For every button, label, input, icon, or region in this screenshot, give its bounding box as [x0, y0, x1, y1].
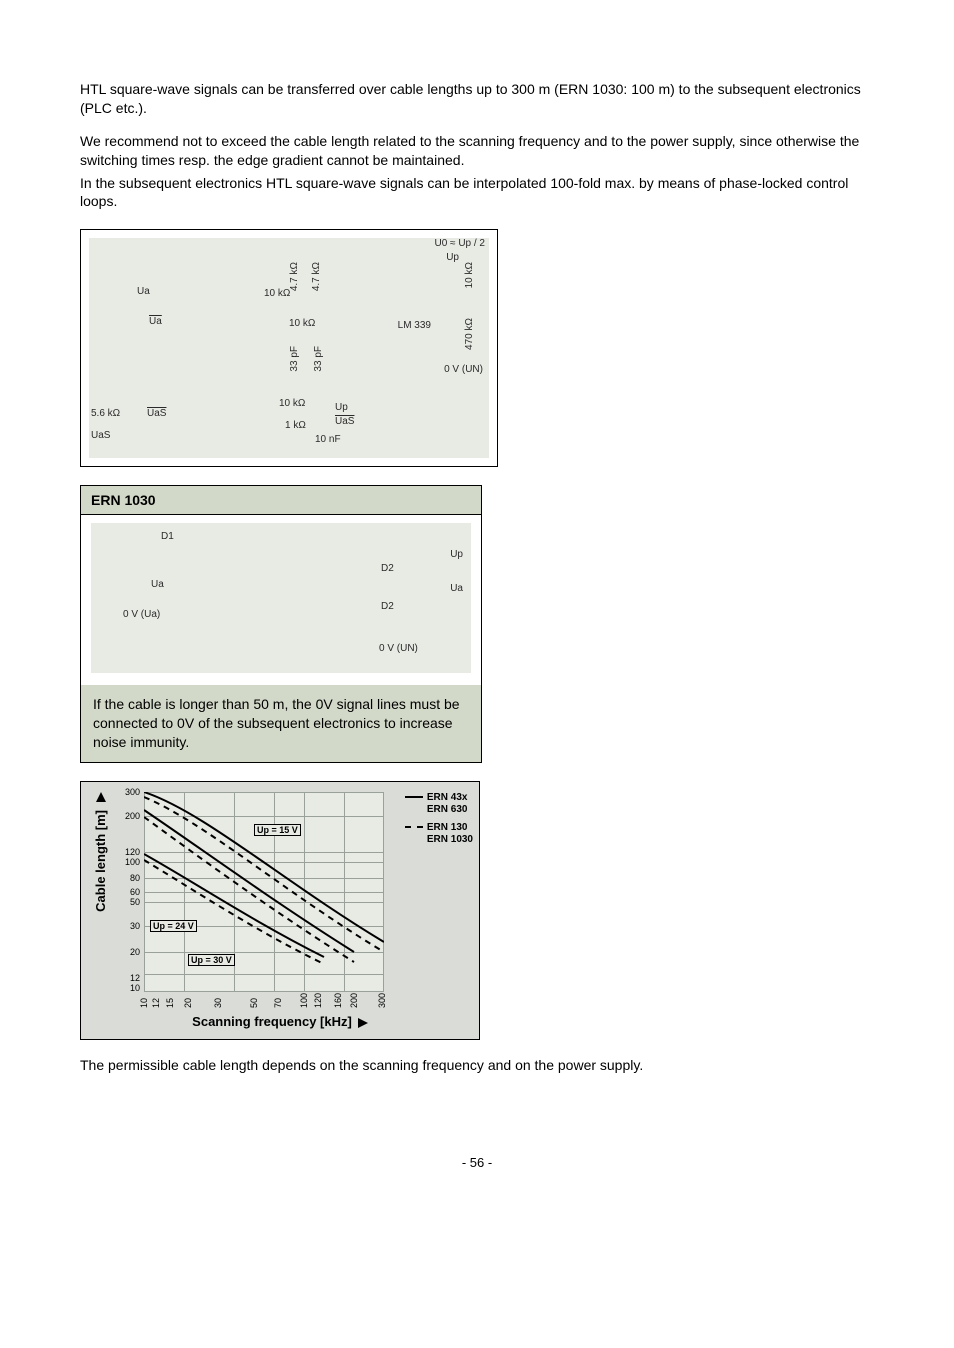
label-10k-mid: 10 kΩ	[289, 318, 315, 329]
closing-paragraph: The permissible cable length depends on …	[80, 1056, 874, 1075]
x-tick: 10	[139, 998, 149, 1008]
legend-solid-1: ERN 43x	[427, 792, 468, 803]
y-tick: 120	[125, 847, 140, 857]
label-47k-2: 4.7 kΩ	[311, 262, 322, 291]
ern1030-schematic: D1 Up D2 Ua Ua D2 0 V (Ua) 0 V (UN)	[91, 523, 471, 673]
label-up: Up	[446, 252, 459, 263]
label-1k: 1 kΩ	[285, 420, 306, 431]
y-tick: 20	[130, 947, 140, 957]
label-d2b: D2	[381, 601, 394, 612]
x-axis-label: Scanning frequency [kHz]	[93, 1014, 467, 1029]
ern1030-title: ERN 1030	[81, 486, 481, 515]
y-tick: 12	[130, 973, 140, 983]
x-tick: 120	[313, 993, 323, 1008]
label-470k: 470 kΩ	[464, 318, 475, 350]
label-uas-l2: UaS	[91, 430, 110, 441]
label-33pf-2: 33 pF	[313, 346, 324, 372]
label-47k-1: 4.7 kΩ	[289, 262, 300, 291]
paragraph-2: We recommend not to exceed the cable len…	[80, 132, 874, 170]
paragraph-1: HTL square-wave signals can be transferr…	[80, 80, 874, 118]
label-0v-un: 0 V (UN)	[444, 364, 483, 375]
label-10k-side: 10 kΩ	[464, 262, 475, 288]
y-tick: 200	[125, 811, 140, 821]
chart-plot-area: Up = 15 V Up = 24 V Up = 30 V 300 200 12…	[144, 792, 384, 992]
y-tick: 10	[130, 983, 140, 993]
chart-curves	[144, 792, 384, 992]
yaxis-arrow-icon	[96, 792, 106, 802]
label-10k-bot: 10 kΩ	[279, 398, 305, 409]
label-10k-top: 10 kΩ	[264, 288, 290, 299]
label-d1: D1	[161, 531, 174, 542]
label-ua-left-ern: Ua	[151, 579, 164, 590]
y-tick: 50	[130, 897, 140, 907]
label-up-ern: Up	[450, 549, 463, 560]
x-tick: 20	[183, 998, 193, 1008]
legend-dashed-icon	[405, 826, 423, 828]
label-uas-b: UaS	[335, 416, 354, 427]
x-tick: 30	[213, 998, 223, 1008]
label-uas-l: UaS	[147, 408, 166, 419]
y-axis-label: Cable length [m]	[93, 806, 108, 916]
label-lm339: LM 339	[398, 320, 431, 331]
page-number: - 56 -	[80, 1155, 874, 1170]
label-ua-ern: Ua	[450, 583, 463, 594]
chart-legend: ERN 43x ERN 630 ERN 130 ERN 1030	[405, 792, 473, 846]
paragraph-3: In the subsequent electronics HTL square…	[80, 174, 874, 212]
ern1030-figure: ERN 1030 D1 Up D2 Ua Ua D2 0 V (Ua) 0 V …	[80, 485, 482, 763]
legend-solid-2: ERN 630	[427, 804, 468, 815]
x-tick: 50	[249, 998, 259, 1008]
annotation-24v: Up = 24 V	[150, 920, 197, 932]
label-d2a: D2	[381, 563, 394, 574]
schematic-figure-1: U0 ≈ Up / 2 Up 4.7 kΩ 4.7 kΩ 10 kΩ 10 kΩ…	[80, 229, 498, 467]
annotation-30v: Up = 30 V	[188, 954, 235, 966]
y-tick: 300	[125, 787, 140, 797]
x-tick: 160	[333, 993, 343, 1008]
x-tick: 300	[377, 993, 387, 1008]
label-56k: 5.6 kΩ	[91, 408, 120, 419]
x-tick: 70	[273, 998, 283, 1008]
xaxis-arrow-icon	[358, 1018, 368, 1028]
ern1030-caption: If the cable is longer than 50 m, the 0V…	[81, 685, 481, 762]
x-tick: 12	[151, 998, 161, 1008]
y-tick: 80	[130, 873, 140, 883]
y-tick: 60	[130, 887, 140, 897]
y-tick: 30	[130, 921, 140, 931]
y-tick: 100	[125, 857, 140, 867]
label-0v-ua: 0 V (Ua)	[123, 609, 160, 620]
schematic-1-image: U0 ≈ Up / 2 Up 4.7 kΩ 4.7 kΩ 10 kΩ 10 kΩ…	[89, 238, 489, 458]
label-u0: U0 ≈ Up / 2	[434, 238, 485, 249]
legend-dashed-1: ERN 130	[427, 822, 468, 833]
label-up-b: Up	[335, 402, 348, 413]
legend-solid-icon	[405, 796, 423, 798]
x-tick: 200	[349, 993, 359, 1008]
label-ua: Ua	[137, 286, 150, 297]
label-10nf: 10 nF	[315, 434, 341, 445]
cable-length-chart: Cable length [m]	[80, 781, 480, 1040]
label-ua-bar: Ua	[149, 316, 162, 327]
x-tick: 15	[165, 998, 175, 1008]
label-33pf-1: 33 pF	[289, 346, 300, 372]
label-0v-un-ern: 0 V (UN)	[379, 643, 418, 654]
x-tick: 100	[299, 993, 309, 1008]
legend-dashed-2: ERN 1030	[427, 834, 473, 845]
annotation-15v: Up = 15 V	[254, 824, 301, 836]
